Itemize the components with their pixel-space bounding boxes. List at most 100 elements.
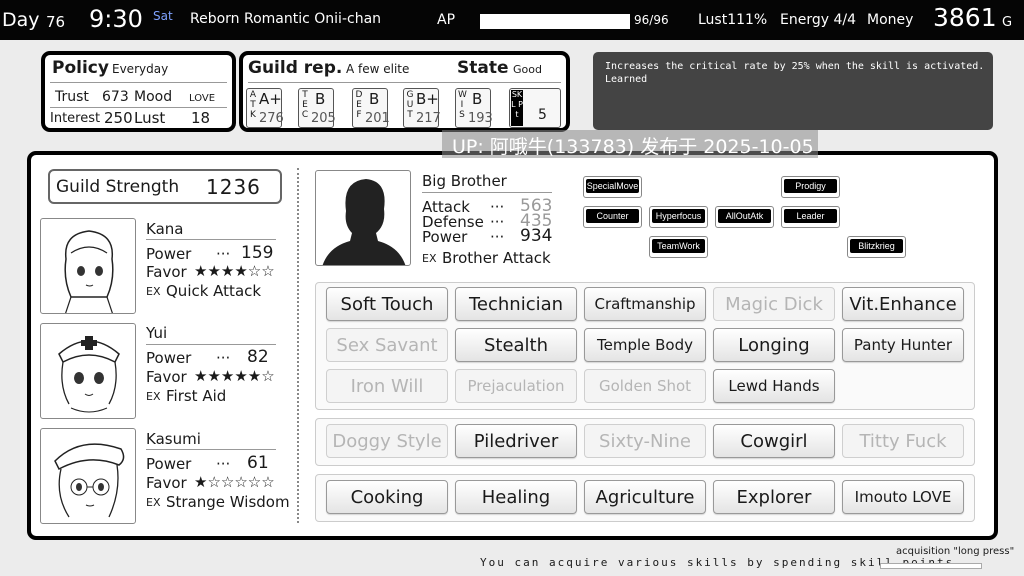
skill-titty-fuck[interactable]: Titty Fuck — [842, 424, 964, 458]
power-label: Power — [422, 228, 468, 246]
guild-rep-value: A few elite — [346, 62, 410, 76]
member-ex-skill: Strange Wisdom — [166, 493, 290, 511]
lust-value: 18 — [191, 109, 211, 127]
brother-power: 934 — [520, 226, 553, 246]
member-name: Kana — [146, 220, 184, 238]
lust-label: Lust — [134, 109, 166, 127]
kasumi-portrait[interactable] — [40, 428, 136, 524]
tag-blitzkrieg[interactable]: Blitzkrieg — [847, 236, 906, 258]
favor-label: Favor — [146, 263, 187, 281]
skill-explorer[interactable]: Explorer — [713, 480, 835, 514]
kana-portrait[interactable] — [40, 218, 136, 314]
skill-iron-will[interactable]: Iron Will — [326, 369, 448, 403]
description-line: Increases the critical rate by 25% when … — [605, 61, 985, 72]
guild-rep-label: Guild rep. — [248, 58, 343, 78]
state-value: Good — [513, 63, 542, 76]
skill-piledriver[interactable]: Piledriver — [455, 424, 577, 458]
member-ex-skill: Quick Attack — [166, 282, 262, 300]
skill-vit-enhance[interactable]: Vit.Enhance — [842, 287, 964, 321]
favor-label: Favor — [146, 368, 187, 386]
member-ex-skill: First Aid — [166, 387, 227, 405]
stat-def: DEF B 201 — [352, 88, 390, 128]
skill-stealth[interactable]: Stealth — [455, 328, 577, 362]
energy-status: Energy 4/4 — [780, 12, 856, 28]
guild-strength-label: Guild Strength — [56, 177, 180, 197]
skill-longing[interactable]: Longing — [713, 328, 835, 362]
policy-title: Policy — [52, 58, 109, 78]
tag-counter[interactable]: Counter — [583, 206, 642, 228]
guild-strength-box: Guild Strength 1236 — [48, 169, 282, 204]
policy-panel: Policy Everyday Trust 673 Mood LOVE Inte… — [41, 51, 236, 132]
uploader-overlay: UP: 阿哦牛(133783) 发布于 2025-10-05 — [442, 130, 818, 158]
dots: ··· — [216, 349, 231, 367]
tag-specialmove[interactable]: SpecialMove — [583, 176, 642, 198]
tag-leader[interactable]: Leader — [781, 206, 840, 228]
mood-label: Mood — [134, 89, 173, 105]
weekday: Sat — [153, 9, 173, 23]
long-press-progress-bar — [880, 563, 982, 569]
skill-magic-dick[interactable]: Magic Dick — [713, 287, 835, 321]
tag-prodigy[interactable]: Prodigy — [781, 176, 840, 198]
money-value: 3861 — [933, 3, 997, 32]
top-status-bar: Day 76 9:30 Sat Reborn Romantic Onii-cha… — [0, 0, 1024, 40]
skill-description: Increases the critical rate by 25% when … — [593, 52, 993, 130]
ex-label: EX — [422, 252, 437, 265]
stat-gut: GUT B+ 217 — [403, 88, 441, 128]
policy-value: Everyday — [112, 62, 169, 76]
skill-cooking[interactable]: Cooking — [326, 480, 448, 514]
favor-stars: ★☆☆☆☆☆ — [194, 473, 275, 491]
ex-label: EX — [146, 496, 161, 509]
member-name: Yui — [146, 324, 168, 342]
skill-cowgirl[interactable]: Cowgirl — [713, 424, 835, 458]
skill-golden-shot[interactable]: Golden Shot — [584, 369, 706, 403]
skill-sixty-nine[interactable]: Sixty-Nine — [584, 424, 706, 458]
tag-hyperfocus[interactable]: Hyperfocus — [649, 206, 708, 228]
day-label: Day — [2, 9, 40, 31]
member-power: 61 — [247, 453, 269, 473]
day-number: 76 — [46, 13, 66, 31]
mood-value: LOVE — [189, 93, 216, 104]
currency-symbol: G — [1002, 15, 1013, 30]
member-power: 159 — [241, 243, 274, 263]
ex-label: EX — [146, 390, 161, 403]
tag-teamwork[interactable]: TeamWork — [649, 236, 708, 258]
guild-panel: Guild rep. A few elite State Good ATK A+… — [239, 51, 570, 132]
state-label: State — [457, 58, 509, 78]
acquisition-hint: acquisition "long press" — [896, 546, 1015, 557]
favor-label: Favor — [146, 474, 187, 492]
member-name: Kasumi — [146, 430, 201, 448]
skill-craftmanship[interactable]: Craftmanship — [584, 287, 706, 321]
power-label: Power — [146, 245, 192, 263]
silhouette-icon — [322, 179, 406, 265]
girl-portrait-icon — [64, 230, 114, 313]
money-label: Money — [867, 12, 914, 28]
stat-tec: TEC B 205 — [298, 88, 336, 128]
brother-portrait[interactable] — [315, 170, 411, 266]
skill-sex-savant[interactable]: Sex Savant — [326, 328, 448, 362]
member-power: 82 — [247, 347, 269, 367]
ex-label: EX — [146, 285, 161, 298]
skill-agriculture[interactable]: Agriculture — [584, 480, 706, 514]
skill-prejaculation[interactable]: Prejaculation — [455, 369, 577, 403]
yui-portrait[interactable] — [40, 323, 136, 419]
skill-doggy-style[interactable]: Doggy Style — [326, 424, 448, 458]
skill-lewd-hands[interactable]: Lewd Hands — [713, 369, 835, 403]
guild-strength-value: 1236 — [206, 175, 261, 199]
skill-points-value: 5 — [538, 107, 547, 123]
ap-value: 96/96 — [634, 13, 669, 27]
power-label: Power — [146, 349, 192, 367]
skill-panty-hunter[interactable]: Panty Hunter — [842, 328, 964, 362]
interest-label: Interest — [50, 111, 101, 126]
skill-imouto-love[interactable]: Imouto LOVE — [842, 480, 964, 514]
brother-ex-skill: Brother Attack — [442, 249, 551, 267]
glasses-girl-portrait-icon — [54, 443, 125, 518]
skill-temple-body[interactable]: Temple Body — [584, 328, 706, 362]
skill-technician[interactable]: Technician — [455, 287, 577, 321]
skill-healing[interactable]: Healing — [455, 480, 577, 514]
dots: ··· — [216, 455, 231, 473]
tag-alloutatk[interactable]: AllOutAtk — [715, 206, 774, 228]
skill-soft-touch[interactable]: Soft Touch — [326, 287, 448, 321]
power-label: Power — [146, 455, 192, 473]
nurse-portrait-icon — [58, 336, 120, 413]
dots: ··· — [216, 245, 231, 263]
